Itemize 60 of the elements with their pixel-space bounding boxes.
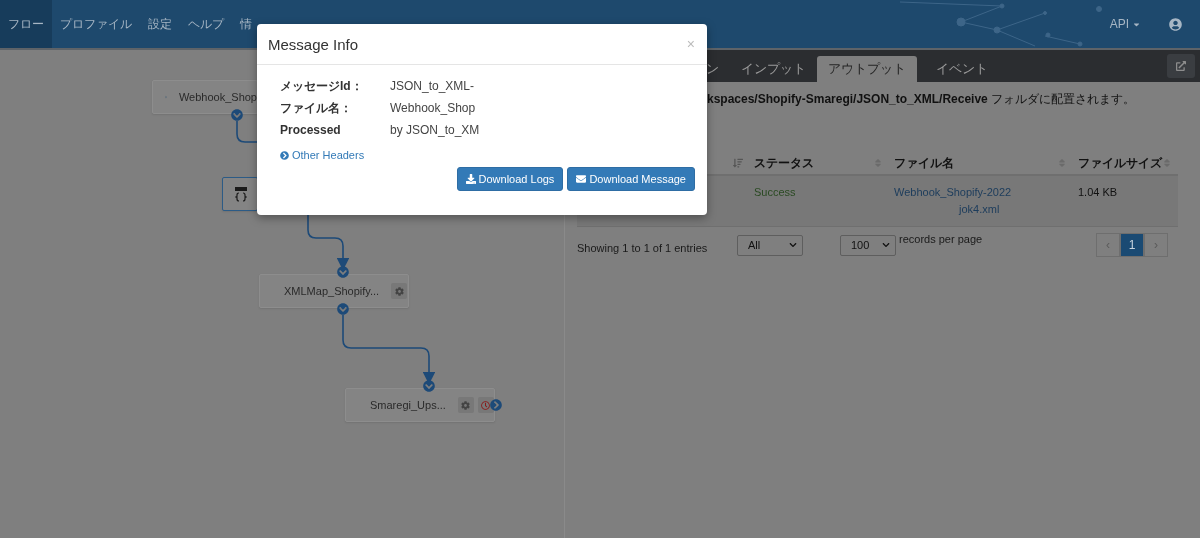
node-label: Webhook_Shop	[178, 91, 257, 103]
nav-item[interactable]: プロファイル	[52, 0, 140, 48]
column-header[interactable]: ステータス	[754, 155, 814, 171]
settings-button[interactable]	[457, 397, 474, 413]
flow-node[interactable]	[222, 177, 258, 211]
port-icon[interactable]	[231, 109, 243, 121]
flow-node[interactable]: Webhook_Shop	[152, 80, 258, 114]
page-length-select[interactable]: 100	[840, 234, 896, 256]
sort-icon[interactable]	[733, 158, 743, 168]
envelope-icon	[576, 174, 587, 184]
user-icon[interactable]	[1169, 17, 1182, 31]
chevron-down-icon	[882, 241, 890, 249]
tab[interactable]: アウトプット	[817, 56, 917, 82]
field-value: Webhook_Shop	[390, 101, 477, 115]
flow-node[interactable]: XMLMap_Shopify...	[259, 274, 409, 308]
node-label: Smaregi_Ups...	[370, 399, 446, 411]
field-value: by JSON_to_XM	[390, 123, 481, 137]
port-icon[interactable]	[423, 380, 435, 392]
gear-icon	[461, 400, 471, 410]
json-braces-icon	[235, 186, 247, 202]
clock-icon	[481, 400, 491, 410]
file-link[interactable]: Webhook_Shopify-2022	[889, 184, 1073, 201]
nav-item[interactable]: フロー	[0, 0, 52, 48]
settings-button[interactable]	[391, 283, 408, 299]
chevron-down-icon	[789, 241, 797, 249]
length-label: records per page	[899, 233, 983, 245]
page-button[interactable]: 1	[1120, 233, 1144, 257]
connector-line	[236, 120, 258, 143]
node-label: XMLMap_Shopify...	[284, 285, 380, 297]
api-menu[interactable]: API	[1109, 17, 1141, 31]
nav-item[interactable]: ヘルプ	[180, 0, 232, 48]
port-icon[interactable]	[337, 303, 349, 315]
tab[interactable]: イベント	[925, 56, 999, 82]
column-header[interactable]: ファイルサイズ	[1078, 155, 1162, 171]
field-label: メッセージId：	[280, 79, 364, 93]
description-text: kspaces/Shopify-Smaregi/JSON_to_XML/Receive フォルダに配置されます。	[706, 91, 1137, 108]
port-icon[interactable]	[337, 266, 349, 278]
external-link-button[interactable]	[1167, 54, 1195, 78]
external-link-icon	[1176, 61, 1186, 71]
table-cell-text: 1.04 KB	[1077, 185, 1119, 200]
download-button[interactable]: Download Message	[567, 167, 695, 191]
other-headers-link[interactable]: Other Headers	[280, 149, 365, 161]
entries-info: Showing 1 to 1 of 1 entries	[577, 242, 709, 254]
download-icon	[465, 174, 476, 184]
tab[interactable]: インプット	[730, 56, 817, 82]
download-button[interactable]: Download Logs	[456, 167, 564, 191]
clock-button[interactable]	[477, 397, 494, 413]
field-value: JSON_to_XML-	[390, 79, 476, 93]
field-label: Processed	[280, 123, 342, 137]
field-label: ファイル名：	[280, 101, 353, 115]
file-link[interactable]: jok4.xml	[889, 201, 1073, 218]
column-header[interactable]: ファイル名	[894, 155, 954, 171]
dialog-title: Message Info	[268, 35, 359, 53]
nav-item[interactable]: 設定	[140, 0, 180, 48]
gear-icon	[394, 286, 404, 296]
table-cell-text: Success	[753, 185, 797, 200]
filter-select[interactable]: All	[737, 234, 803, 256]
port-icon[interactable]	[490, 399, 502, 411]
nav-item[interactable]: 情	[232, 0, 260, 48]
flow-node[interactable]: Smaregi_Ups...	[345, 388, 495, 422]
